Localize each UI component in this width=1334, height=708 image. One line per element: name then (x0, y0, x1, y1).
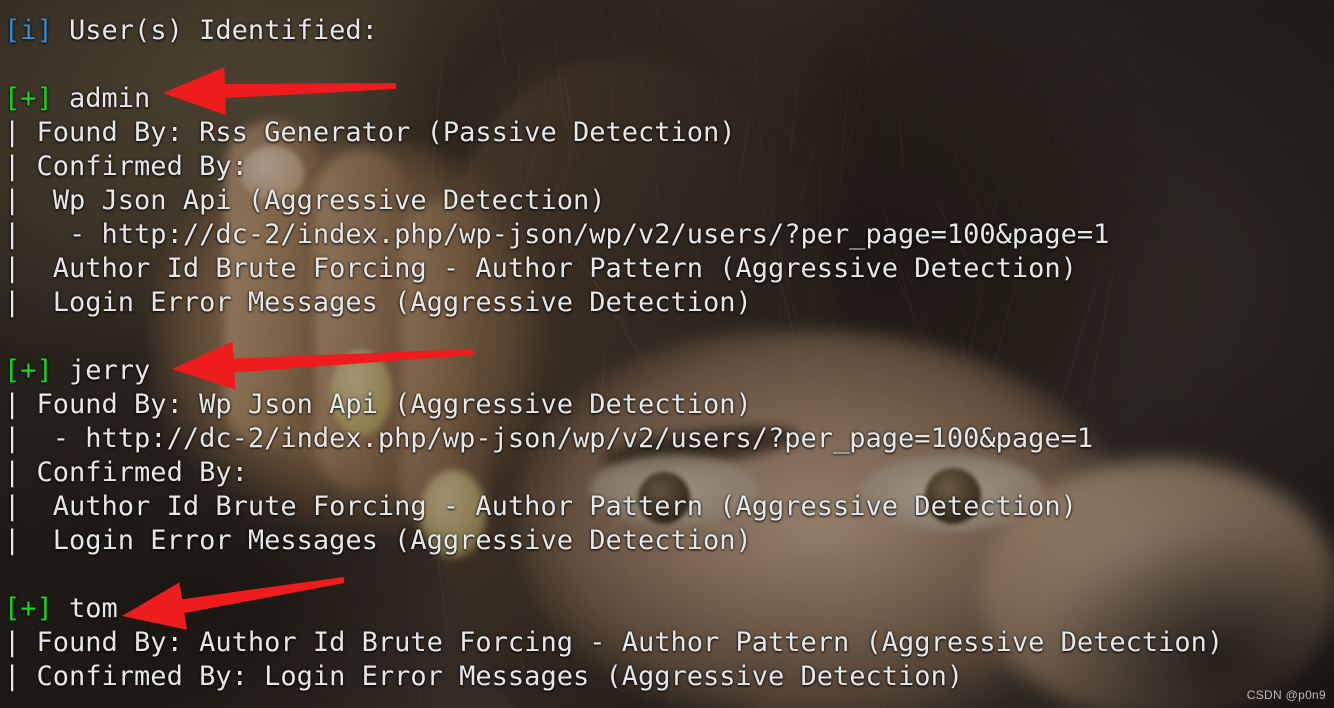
pipe-prefix: | (4, 457, 21, 488)
detail-text: Confirmed By: Login Error Messages (Aggr… (20, 661, 964, 692)
terminal-detail-line: | - http://dc-2/index.php/wp-json/wp/v2/… (4, 218, 1334, 252)
username-label: admin (52, 83, 151, 114)
terminal-detail-line: | Found By: Wp Json Api (Aggressive Dete… (4, 388, 1334, 422)
pipe-prefix: | (4, 389, 21, 420)
info-text: User(s) Identified: (52, 15, 378, 46)
terminal-info-line: [i] User(s) Identified: (4, 14, 1334, 48)
terminal-user-line: [+] jerry (4, 354, 1334, 388)
detail-text: Login Error Messages (Aggressive Detecti… (20, 287, 752, 318)
detail-text: Author Id Brute Forcing - Author Pattern… (20, 253, 1077, 284)
terminal-detail-line: | Author Id Brute Forcing - Author Patte… (4, 490, 1334, 524)
detail-text: Confirmed By: (20, 151, 248, 182)
pipe-prefix: | (4, 253, 21, 284)
csdn-watermark: CSDN @p0n9 (1246, 688, 1326, 702)
pipe-prefix: | (4, 661, 21, 692)
pipe-prefix: | (4, 117, 21, 148)
terminal-detail-line: | Found By: Author Id Brute Forcing - Au… (4, 626, 1334, 660)
found-tag: [+] (4, 83, 53, 114)
detail-text: Author Id Brute Forcing - Author Pattern… (20, 491, 1077, 522)
terminal-detail-line: | Login Error Messages (Aggressive Detec… (4, 286, 1334, 320)
username-label: jerry (52, 355, 151, 386)
pipe-prefix: | (4, 525, 21, 556)
detail-text: Found By: Rss Generator (Passive Detecti… (20, 117, 736, 148)
found-tag: [+] (4, 593, 53, 624)
terminal-user-line: [+] admin (4, 82, 1334, 116)
info-tag: [i] (4, 15, 53, 46)
detail-text: Found By: Wp Json Api (Aggressive Detect… (20, 389, 752, 420)
terminal-detail-line: | Confirmed By: (4, 150, 1334, 184)
pipe-prefix: | (4, 491, 21, 522)
found-tag: [+] (4, 355, 53, 386)
detail-text: Wp Json Api (Aggressive Detection) (20, 185, 606, 216)
terminal-detail-line: | Author Id Brute Forcing - Author Patte… (4, 252, 1334, 286)
detail-text: Confirmed By: (20, 457, 248, 488)
terminal-detail-line: | Confirmed By: (4, 456, 1334, 490)
terminal-screenshot: [i] User(s) Identified: [+] admin | Found… (0, 0, 1334, 708)
detail-text: - http://dc-2/index.php/wp-json/wp/v2/us… (20, 219, 1110, 250)
pipe-prefix: | (4, 219, 21, 250)
username-label: tom (52, 593, 118, 624)
detail-text: - http://dc-2/index.php/wp-json/wp/v2/us… (20, 423, 1094, 454)
terminal-output[interactable]: [i] User(s) Identified: [+] admin | Found… (0, 0, 1334, 708)
terminal-detail-line: | Login Error Messages (Aggressive Detec… (4, 524, 1334, 558)
pipe-prefix: | (4, 627, 21, 658)
pipe-prefix: | (4, 151, 21, 182)
detail-text: Found By: Author Id Brute Forcing - Auth… (20, 627, 1224, 658)
terminal-detail-line: | - http://dc-2/index.php/wp-json/wp/v2/… (4, 422, 1334, 456)
terminal-detail-line: | Confirmed By: Login Error Messages (Ag… (4, 660, 1334, 694)
pipe-prefix: | (4, 287, 21, 318)
terminal-detail-line: | Found By: Rss Generator (Passive Detec… (4, 116, 1334, 150)
terminal-user-line: [+] tom (4, 592, 1334, 626)
terminal-detail-line: | Wp Json Api (Aggressive Detection) (4, 184, 1334, 218)
pipe-prefix: | (4, 423, 21, 454)
detail-text: Login Error Messages (Aggressive Detecti… (20, 525, 752, 556)
pipe-prefix: | (4, 185, 21, 216)
